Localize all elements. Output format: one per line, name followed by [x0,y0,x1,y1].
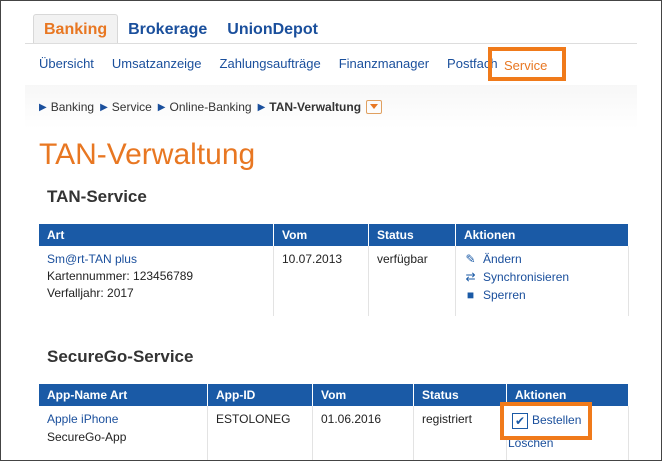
column-header-app-id: App-ID [207,384,313,406]
sync-icon: ⇄ [465,269,476,284]
sub-navigation: Übersicht Umsatzanzeige Zahlungsaufträge… [25,43,637,87]
column-header-aktionen: Aktionen [455,224,629,246]
table-row: Sm@rt-TAN plus Kartennummer: 123456789 V… [39,246,629,316]
action-sperren[interactable]: ■ Sperren [464,288,620,302]
top-tabs: Banking Brokerage UnionDepot [33,13,328,45]
column-header-status: Status [413,384,507,406]
action-synchronisieren[interactable]: ⇄ Synchronisieren [464,270,620,284]
nav-zahlungsauftraege[interactable]: Zahlungsaufträge [220,56,321,71]
cell-app-id: ESTOLONEG [207,406,313,460]
action-label[interactable]: Synchronisieren [483,270,569,284]
cell-vom: 01.06.2016 [312,406,414,460]
breadcrumb: ▶ Banking ▶ Service ▶ Online-Banking ▶ T… [39,100,383,114]
column-header-status: Status [368,224,456,246]
action-label[interactable]: Ändern [483,252,522,266]
column-header-app-name-art: App-Name Art [39,384,208,406]
tan-service-table: Art Vom Status Aktionen Sm@rt-TAN plus K… [39,224,629,316]
chevron-right-icon: ▶ [39,101,47,113]
cell-actions: ✎ Ändern ⇄ Synchronisieren ■ Sperren [455,246,629,316]
chevron-right-icon: ▶ [257,101,266,113]
breadcrumb-current: TAN-Verwaltung [269,100,362,114]
pencil-icon: ✎ [465,251,476,266]
nav-uebersicht[interactable]: Übersicht [39,56,94,71]
nav-service-highlight[interactable]: Service [488,47,566,81]
card-number: Kartennummer: 123456789 [47,269,194,283]
breadcrumb-bar: ▶ Banking ▶ Service ▶ Online-Banking ▶ T… [25,85,637,129]
cell-app-name: Apple iPhone SecureGo-App [39,406,208,460]
tab-uniondepot[interactable]: UnionDepot [217,15,328,45]
nav-finanzmanager[interactable]: Finanzmanager [339,56,429,71]
cell-status: registriert [413,406,507,460]
breadcrumb-online-banking[interactable]: Online-Banking [170,100,252,114]
chevron-right-icon: ▶ [157,101,166,113]
column-header-art: Art [39,224,274,246]
apple-iphone-link[interactable]: Apple iPhone [47,412,118,426]
action-bestellen[interactable]: Bestellen [532,413,581,427]
checkmark-icon: ✔ [512,413,528,429]
breadcrumb-banking[interactable]: Banking [51,100,94,114]
section-title-securego: SecureGo-Service [47,347,194,366]
window-frame: Banking Brokerage UnionDepot Übersicht U… [0,0,662,461]
sm-rt-tan-link[interactable]: Sm@rt-TAN plus [47,252,137,266]
nav-umsatzanzeige[interactable]: Umsatzanzeige [112,56,202,71]
action-label[interactable]: Sperren [483,288,526,302]
tab-banking[interactable]: Banking [33,14,119,45]
cell-status: verfügbar [368,246,456,316]
column-header-vom: Vom [312,384,414,406]
page-content: Banking Brokerage UnionDepot Übersicht U… [25,5,637,460]
chevron-down-icon[interactable] [366,100,383,114]
nav-service[interactable]: Service [504,58,547,73]
expiry-year: Verfalljahr: 2017 [47,286,134,300]
cell-vom: 10.07.2013 [273,246,369,316]
chevron-right-icon: ▶ [100,101,108,113]
cell-art: Sm@rt-TAN plus Kartennummer: 123456789 V… [39,246,274,316]
lock-icon: ■ [466,287,475,302]
section-title-tan-service: TAN-Service [47,187,147,206]
tab-brokerage[interactable]: Brokerage [118,15,217,45]
app-art: SecureGo-App [47,430,127,444]
action-bestellen-highlight[interactable]: ✔ Bestellen [500,402,592,440]
breadcrumb-service[interactable]: Service [112,100,152,114]
page-title: TAN-Verwaltung [39,138,256,171]
action-aendern[interactable]: ✎ Ändern [464,252,620,266]
column-header-vom: Vom [273,224,369,246]
